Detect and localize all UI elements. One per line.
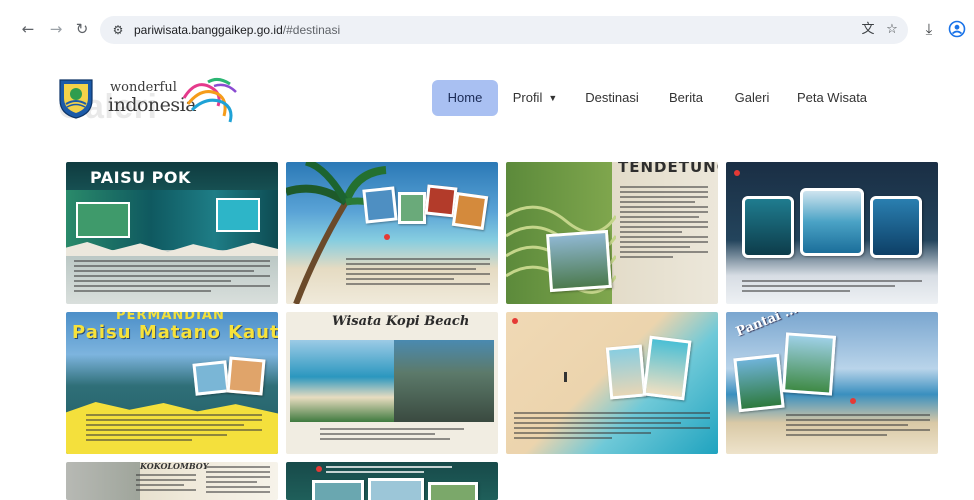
back-icon[interactable]: ←	[20, 21, 36, 37]
tile-title: TENDETUNG	[618, 162, 718, 176]
gallery-tile-green-collage[interactable]	[286, 462, 498, 500]
tile-text-block	[620, 186, 708, 261]
tile-text-block	[346, 258, 490, 288]
tile-text-block	[86, 414, 262, 444]
tile-title: Wisata Kopi Beach	[332, 314, 470, 329]
brand-line1: wonderful	[110, 80, 177, 95]
site-settings-icon[interactable]: ⚙	[110, 22, 126, 38]
tile-title: PAISU POK	[90, 168, 191, 187]
forward-icon[interactable]: →	[48, 21, 64, 37]
tile-text-block	[742, 280, 922, 295]
regency-emblem-logo[interactable]	[56, 76, 96, 120]
url-text[interactable]: pariwisata.banggaikep.go.id/#destinasi	[134, 23, 340, 37]
chevron-down-icon: ▼	[548, 93, 558, 103]
tile-title: Paisu Matano Kautu	[72, 322, 278, 343]
garuda-swirl-icon	[182, 77, 237, 123]
address-bar[interactable]: ⚙ pariwisata.banggaikep.go.id/#destinasi…	[100, 16, 908, 44]
gallery-tile-kokolomboy[interactable]: KOKOLOMBOY	[66, 462, 278, 500]
translate-icon[interactable]: 文	[860, 22, 876, 38]
tile-text-block	[514, 412, 710, 442]
profile-icon[interactable]	[948, 20, 966, 38]
nav-peta-wisata[interactable]: Peta Wisata	[794, 80, 870, 116]
nav-destinasi[interactable]: Destinasi	[580, 80, 644, 116]
gallery-grid: PAISU POK TENDETUNG	[66, 162, 938, 500]
download-icon[interactable]: ⤓	[920, 20, 938, 38]
wonderful-indonesia-logo[interactable]: wonderful indonesia	[108, 76, 248, 126]
gallery-tile-beach-palm[interactable]	[286, 162, 498, 304]
nav-home[interactable]: Home	[432, 80, 498, 116]
tile-text-block	[206, 466, 270, 496]
tile-text-block	[320, 428, 464, 443]
gallery-tile-pantai-loason[interactable]: Pantai ... Loason	[726, 312, 938, 454]
tile-text-block	[136, 474, 196, 494]
gallery-tile-paisu-matano-kautu[interactable]: PERMANDIAN Paisu Matano Kautu	[66, 312, 278, 454]
nav-profil[interactable]: Profil ▼	[506, 80, 564, 116]
nav-berita[interactable]: Berita	[662, 80, 710, 116]
tile-text-block	[786, 414, 930, 439]
bookmark-star-icon[interactable]: ☆	[884, 22, 900, 38]
gallery-tile-underwater[interactable]	[726, 162, 938, 304]
nav-galeri[interactable]: Galeri	[728, 80, 776, 116]
gallery-tile-sandy-beach[interactable]	[506, 312, 718, 454]
tile-title: KOKOLOMBOY	[140, 462, 209, 471]
tile-text-block	[326, 466, 466, 476]
browser-toolbar: ← → ↻ ⚙ pariwisata.banggaikep.go.id/#des…	[0, 0, 974, 58]
tile-text-block	[74, 260, 270, 295]
gallery-tile-tendetung[interactable]: TENDETUNG	[506, 162, 718, 304]
gallery-tile-wisata-kopi-beach[interactable]: Wisata Kopi Beach	[286, 312, 498, 454]
reload-icon[interactable]: ↻	[74, 21, 90, 37]
gallery-tile-paisu-pok[interactable]: PAISU POK	[66, 162, 278, 304]
site-header: Galeri wonderful indonesia Home Profil ▼ …	[0, 58, 974, 150]
